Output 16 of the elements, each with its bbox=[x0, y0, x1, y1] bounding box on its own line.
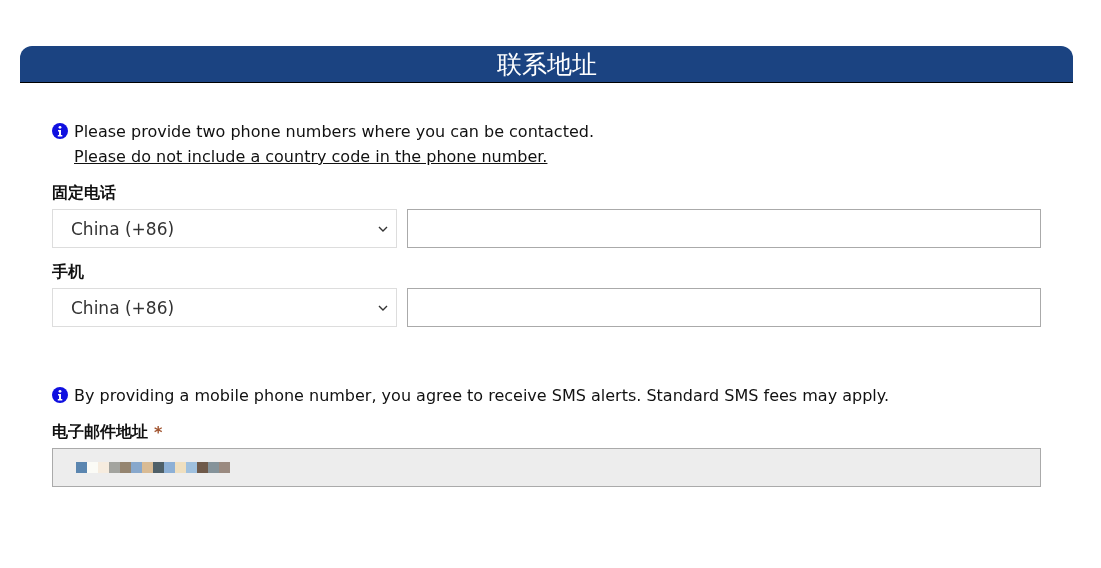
info-icon bbox=[52, 123, 68, 139]
required-mark: * bbox=[154, 422, 163, 442]
info-icon bbox=[52, 387, 68, 403]
field-label: 手机 bbox=[52, 262, 85, 282]
phone-input[interactable] bbox=[407, 288, 1041, 327]
country-select[interactable]: China (+86) bbox=[52, 288, 397, 327]
chevron-down-icon bbox=[378, 304, 388, 311]
notice-link[interactable]: Please do not include a country code in the phone number. bbox=[74, 147, 548, 166]
field-label: 电子邮件地址 bbox=[52, 422, 148, 442]
notice-text: Please provide two phone numbers where you can be contacted. Please do not include a country code in the phone number. bbox=[74, 121, 596, 168]
section-title: 联系地址 bbox=[496, 48, 597, 81]
chevron-down-icon bbox=[378, 225, 388, 232]
phone-input[interactable] bbox=[407, 209, 1041, 248]
country-select[interactable]: China (+86) bbox=[52, 209, 397, 248]
notice-text: By providing a mobile phone number, you agree to receive SMS alerts. Standard SMS fees may apply. bbox=[74, 385, 890, 407]
field-label: 固定电话 bbox=[52, 183, 117, 203]
